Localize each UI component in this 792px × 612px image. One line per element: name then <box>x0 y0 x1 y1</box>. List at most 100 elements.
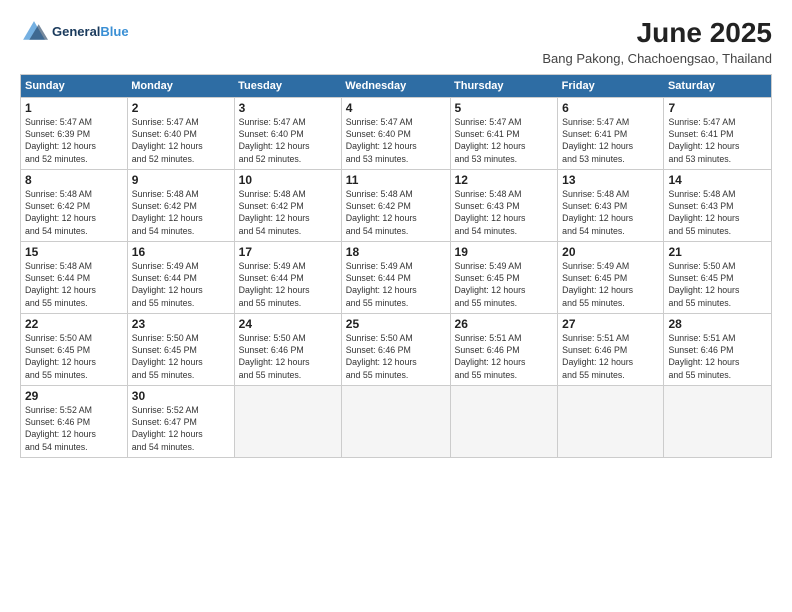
table-row: 30 Sunrise: 5:52 AMSunset: 6:47 PMDaylig… <box>127 385 234 457</box>
day-info: Sunrise: 5:52 AMSunset: 6:47 PMDaylight:… <box>132 404 230 453</box>
day-info: Sunrise: 5:48 AMSunset: 6:42 PMDaylight:… <box>132 188 230 237</box>
calendar-week-5: 29 Sunrise: 5:52 AMSunset: 6:46 PMDaylig… <box>21 385 772 457</box>
col-sunday: Sunday <box>21 74 128 97</box>
day-number: 27 <box>562 317 659 331</box>
table-row: 5 Sunrise: 5:47 AMSunset: 6:41 PMDayligh… <box>450 97 558 169</box>
header: GeneralBlue June 2025 Bang Pakong, Chach… <box>20 18 772 66</box>
day-number: 4 <box>346 101 446 115</box>
col-monday: Monday <box>127 74 234 97</box>
day-number: 17 <box>239 245 337 259</box>
day-info: Sunrise: 5:51 AMSunset: 6:46 PMDaylight:… <box>668 332 767 381</box>
day-info: Sunrise: 5:47 AMSunset: 6:41 PMDaylight:… <box>562 116 659 165</box>
table-row: 27 Sunrise: 5:51 AMSunset: 6:46 PMDaylig… <box>558 313 664 385</box>
logo: GeneralBlue <box>20 18 129 46</box>
day-info: Sunrise: 5:51 AMSunset: 6:46 PMDaylight:… <box>455 332 554 381</box>
logo-blue: Blue <box>100 24 128 39</box>
day-number: 23 <box>132 317 230 331</box>
day-number: 9 <box>132 173 230 187</box>
subtitle: Bang Pakong, Chachoengsao, Thailand <box>542 51 772 66</box>
table-row: 2 Sunrise: 5:47 AMSunset: 6:40 PMDayligh… <box>127 97 234 169</box>
calendar-week-2: 8 Sunrise: 5:48 AMSunset: 6:42 PMDayligh… <box>21 169 772 241</box>
day-number: 13 <box>562 173 659 187</box>
day-info: Sunrise: 5:48 AMSunset: 6:43 PMDaylight:… <box>455 188 554 237</box>
day-number: 14 <box>668 173 767 187</box>
table-row <box>341 385 450 457</box>
day-info: Sunrise: 5:50 AMSunset: 6:46 PMDaylight:… <box>346 332 446 381</box>
table-row: 8 Sunrise: 5:48 AMSunset: 6:42 PMDayligh… <box>21 169 128 241</box>
day-info: Sunrise: 5:48 AMSunset: 6:42 PMDaylight:… <box>25 188 123 237</box>
calendar-week-1: 1 Sunrise: 5:47 AMSunset: 6:39 PMDayligh… <box>21 97 772 169</box>
table-row: 19 Sunrise: 5:49 AMSunset: 6:45 PMDaylig… <box>450 241 558 313</box>
table-row: 9 Sunrise: 5:48 AMSunset: 6:42 PMDayligh… <box>127 169 234 241</box>
table-row: 10 Sunrise: 5:48 AMSunset: 6:42 PMDaylig… <box>234 169 341 241</box>
table-row <box>664 385 772 457</box>
calendar-body: 1 Sunrise: 5:47 AMSunset: 6:39 PMDayligh… <box>21 97 772 457</box>
day-number: 20 <box>562 245 659 259</box>
table-row: 16 Sunrise: 5:49 AMSunset: 6:44 PMDaylig… <box>127 241 234 313</box>
table-row: 3 Sunrise: 5:47 AMSunset: 6:40 PMDayligh… <box>234 97 341 169</box>
table-row: 11 Sunrise: 5:48 AMSunset: 6:42 PMDaylig… <box>341 169 450 241</box>
table-row: 23 Sunrise: 5:50 AMSunset: 6:45 PMDaylig… <box>127 313 234 385</box>
table-row: 7 Sunrise: 5:47 AMSunset: 6:41 PMDayligh… <box>664 97 772 169</box>
calendar: Sunday Monday Tuesday Wednesday Thursday… <box>20 74 772 458</box>
day-info: Sunrise: 5:51 AMSunset: 6:46 PMDaylight:… <box>562 332 659 381</box>
day-number: 3 <box>239 101 337 115</box>
day-number: 22 <box>25 317 123 331</box>
table-row: 21 Sunrise: 5:50 AMSunset: 6:45 PMDaylig… <box>664 241 772 313</box>
day-info: Sunrise: 5:47 AMSunset: 6:41 PMDaylight:… <box>668 116 767 165</box>
day-info: Sunrise: 5:52 AMSunset: 6:46 PMDaylight:… <box>25 404 123 453</box>
table-row <box>558 385 664 457</box>
day-number: 25 <box>346 317 446 331</box>
day-number: 21 <box>668 245 767 259</box>
table-row: 14 Sunrise: 5:48 AMSunset: 6:43 PMDaylig… <box>664 169 772 241</box>
day-number: 10 <box>239 173 337 187</box>
table-row: 4 Sunrise: 5:47 AMSunset: 6:40 PMDayligh… <box>341 97 450 169</box>
table-row: 6 Sunrise: 5:47 AMSunset: 6:41 PMDayligh… <box>558 97 664 169</box>
day-number: 15 <box>25 245 123 259</box>
day-number: 18 <box>346 245 446 259</box>
page: GeneralBlue June 2025 Bang Pakong, Chach… <box>0 0 792 612</box>
day-info: Sunrise: 5:50 AMSunset: 6:45 PMDaylight:… <box>668 260 767 309</box>
day-info: Sunrise: 5:49 AMSunset: 6:44 PMDaylight:… <box>346 260 446 309</box>
day-info: Sunrise: 5:49 AMSunset: 6:45 PMDaylight:… <box>455 260 554 309</box>
day-info: Sunrise: 5:47 AMSunset: 6:40 PMDaylight:… <box>346 116 446 165</box>
col-wednesday: Wednesday <box>341 74 450 97</box>
table-row: 13 Sunrise: 5:48 AMSunset: 6:43 PMDaylig… <box>558 169 664 241</box>
table-row: 26 Sunrise: 5:51 AMSunset: 6:46 PMDaylig… <box>450 313 558 385</box>
day-number: 26 <box>455 317 554 331</box>
day-info: Sunrise: 5:47 AMSunset: 6:40 PMDaylight:… <box>132 116 230 165</box>
table-row <box>450 385 558 457</box>
calendar-week-4: 22 Sunrise: 5:50 AMSunset: 6:45 PMDaylig… <box>21 313 772 385</box>
day-number: 16 <box>132 245 230 259</box>
col-thursday: Thursday <box>450 74 558 97</box>
table-row: 20 Sunrise: 5:49 AMSunset: 6:45 PMDaylig… <box>558 241 664 313</box>
table-row: 1 Sunrise: 5:47 AMSunset: 6:39 PMDayligh… <box>21 97 128 169</box>
table-row: 17 Sunrise: 5:49 AMSunset: 6:44 PMDaylig… <box>234 241 341 313</box>
table-row: 22 Sunrise: 5:50 AMSunset: 6:45 PMDaylig… <box>21 313 128 385</box>
calendar-header-row: Sunday Monday Tuesday Wednesday Thursday… <box>21 74 772 97</box>
main-title: June 2025 <box>542 18 772 49</box>
day-info: Sunrise: 5:47 AMSunset: 6:41 PMDaylight:… <box>455 116 554 165</box>
table-row: 25 Sunrise: 5:50 AMSunset: 6:46 PMDaylig… <box>341 313 450 385</box>
day-info: Sunrise: 5:49 AMSunset: 6:45 PMDaylight:… <box>562 260 659 309</box>
day-info: Sunrise: 5:48 AMSunset: 6:43 PMDaylight:… <box>562 188 659 237</box>
day-info: Sunrise: 5:48 AMSunset: 6:42 PMDaylight:… <box>239 188 337 237</box>
logo-icon <box>20 18 48 46</box>
table-row: 15 Sunrise: 5:48 AMSunset: 6:44 PMDaylig… <box>21 241 128 313</box>
day-info: Sunrise: 5:50 AMSunset: 6:45 PMDaylight:… <box>25 332 123 381</box>
day-number: 30 <box>132 389 230 403</box>
day-info: Sunrise: 5:47 AMSunset: 6:39 PMDaylight:… <box>25 116 123 165</box>
calendar-week-3: 15 Sunrise: 5:48 AMSunset: 6:44 PMDaylig… <box>21 241 772 313</box>
logo-text: GeneralBlue <box>52 25 129 40</box>
day-number: 24 <box>239 317 337 331</box>
table-row: 24 Sunrise: 5:50 AMSunset: 6:46 PMDaylig… <box>234 313 341 385</box>
table-row: 28 Sunrise: 5:51 AMSunset: 6:46 PMDaylig… <box>664 313 772 385</box>
day-info: Sunrise: 5:47 AMSunset: 6:40 PMDaylight:… <box>239 116 337 165</box>
day-number: 2 <box>132 101 230 115</box>
col-saturday: Saturday <box>664 74 772 97</box>
day-info: Sunrise: 5:49 AMSunset: 6:44 PMDaylight:… <box>239 260 337 309</box>
logo-line1: GeneralBlue <box>52 25 129 40</box>
day-info: Sunrise: 5:48 AMSunset: 6:42 PMDaylight:… <box>346 188 446 237</box>
title-block: June 2025 Bang Pakong, Chachoengsao, Tha… <box>542 18 772 66</box>
day-info: Sunrise: 5:48 AMSunset: 6:43 PMDaylight:… <box>668 188 767 237</box>
